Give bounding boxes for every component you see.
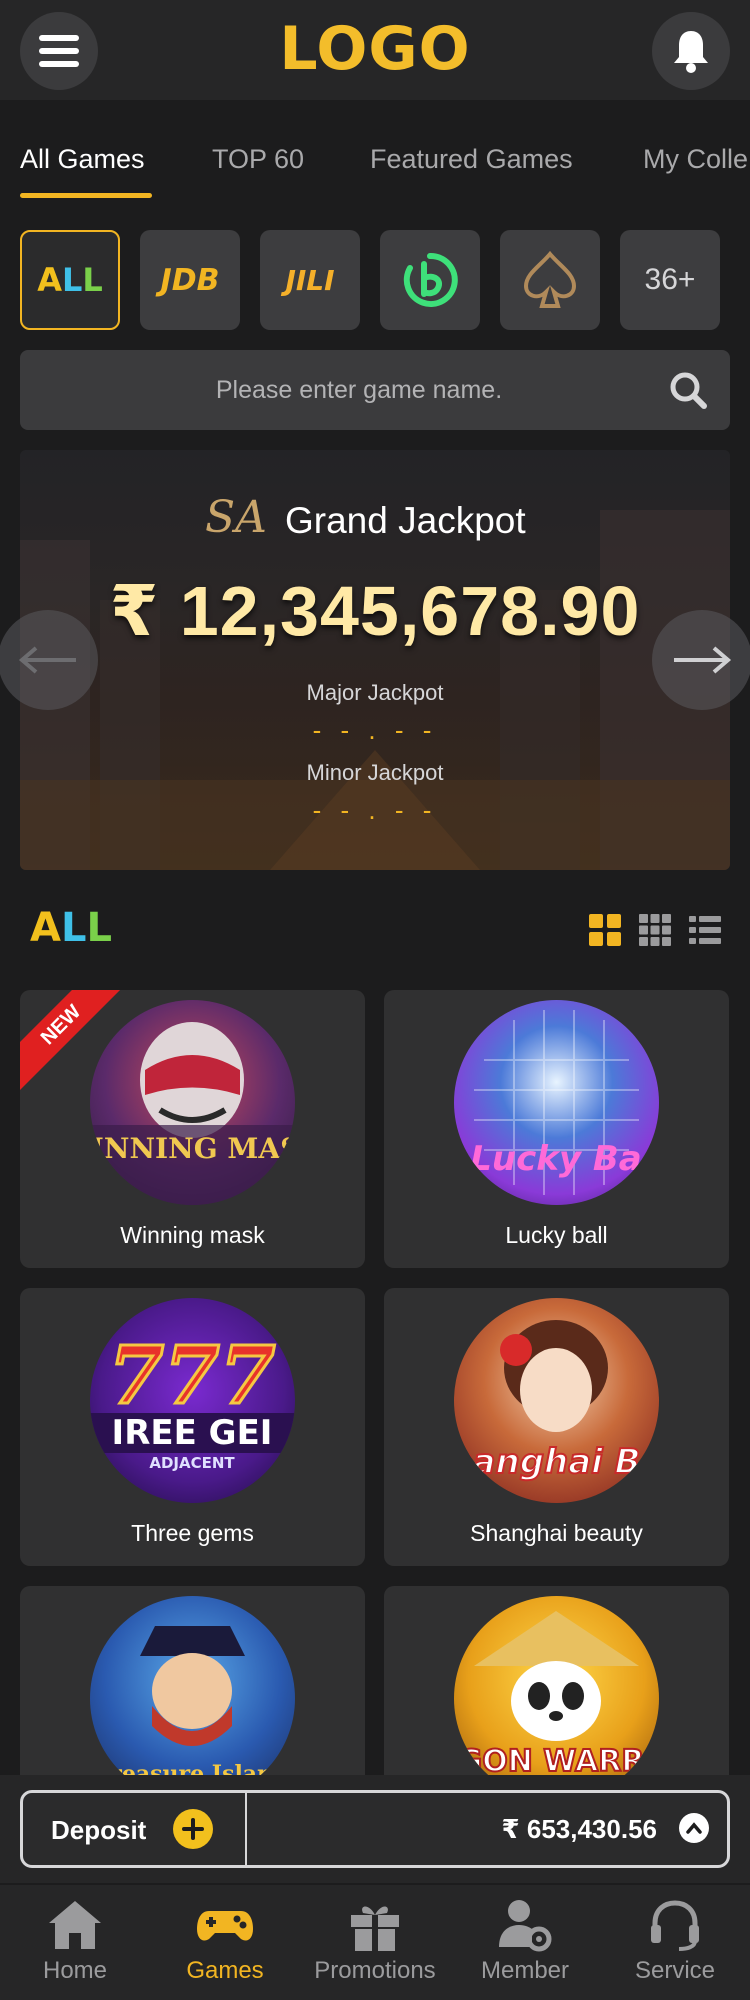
arrow-right-icon bbox=[674, 646, 732, 674]
game-name: Shanghai beauty bbox=[470, 1520, 643, 1546]
panda-art-image: AGON WARRIC bbox=[454, 1611, 659, 1780]
gift-icon bbox=[351, 1906, 399, 1951]
shanghai-beauty-art-image: hanghai Be bbox=[454, 1320, 659, 1483]
minor-jackpot-value: - - . - - bbox=[312, 795, 438, 825]
brand-logo[interactable]: LOGO bbox=[0, 14, 750, 84]
game-card-winning-mask[interactable]: WINNING MASK NEW Winning mask bbox=[20, 990, 365, 1268]
disco-ball-image: Lucky Ba bbox=[470, 1010, 642, 1195]
major-jackpot-value: - - . - - bbox=[312, 715, 438, 745]
svg-text:IREE GEI: IREE GEI bbox=[112, 1413, 273, 1453]
headset-icon bbox=[651, 1900, 699, 1951]
jackpot-title: Grand Jackpot bbox=[285, 500, 526, 541]
minor-jackpot-label: Minor Jackpot bbox=[306, 760, 444, 785]
game-name: Winning mask bbox=[120, 1222, 265, 1248]
svg-text:hanghai Be: hanghai Be bbox=[454, 1442, 659, 1482]
nav-games[interactable]: Games bbox=[150, 1885, 300, 2000]
bottom-navigation: Home Games Promotions Member Service bbox=[0, 1885, 750, 2000]
list-view-icon[interactable] bbox=[688, 913, 722, 947]
banner-next-button[interactable] bbox=[652, 610, 750, 710]
b-circle-logo-icon bbox=[403, 252, 458, 307]
jili-logo: JILI bbox=[285, 263, 335, 297]
chevron-up-icon bbox=[686, 1822, 702, 1834]
provider-more[interactable]: 36+ bbox=[620, 230, 720, 330]
gamepad-icon bbox=[197, 1911, 253, 1941]
provider-spade[interactable] bbox=[500, 230, 600, 330]
svg-text:WINNING MASK: WINNING MASK bbox=[90, 1132, 295, 1165]
tab-all-games[interactable]: All Games bbox=[20, 144, 145, 175]
game-name: Three gems bbox=[131, 1520, 254, 1546]
game-category-tabs: All Games TOP 60 Featured Games My Colle bbox=[0, 130, 750, 200]
game-thumbnail: WINNING MASK bbox=[90, 1000, 295, 1205]
provider-all[interactable]: ALL bbox=[20, 230, 120, 330]
section-title-all: ALL bbox=[30, 905, 112, 951]
jackpot-banner[interactable]: SA Grand Jackpot ₹ 12,345,678.90 Major J… bbox=[20, 450, 730, 870]
grid-small-icon[interactable] bbox=[638, 913, 672, 947]
home-icon bbox=[49, 1901, 101, 1949]
game-thumbnail: 777 IREE GEI ADJACENT bbox=[90, 1298, 295, 1503]
deposit-divider bbox=[245, 1793, 247, 1865]
sa-brand-logo: SA bbox=[205, 492, 267, 543]
provider-jdb[interactable]: JDB bbox=[140, 230, 240, 330]
nav-label: Service bbox=[634, 1957, 716, 1984]
provider-third[interactable] bbox=[380, 230, 480, 330]
grand-jackpot-amount: ₹ 12,345,678.90 bbox=[109, 572, 641, 650]
game-card-three-gems[interactable]: 777 IREE GEI ADJACENT Three gems bbox=[20, 1288, 365, 1566]
tab-top-60[interactable]: TOP 60 bbox=[212, 144, 304, 175]
grid-large-icon[interactable] bbox=[588, 913, 622, 947]
search-icon[interactable] bbox=[668, 370, 708, 410]
game-card-shanghai-beauty[interactable]: hanghai Be Shanghai beauty bbox=[384, 1288, 729, 1566]
game-thumbnail: AGON WARRIC bbox=[454, 1596, 659, 1801]
add-funds-button[interactable] bbox=[173, 1809, 213, 1849]
nav-label: Promotions bbox=[314, 1957, 436, 1984]
game-search bbox=[20, 350, 730, 430]
active-tab-indicator bbox=[20, 193, 152, 198]
nav-label: Games bbox=[186, 1957, 264, 1984]
arrow-left-icon bbox=[18, 646, 76, 674]
svg-text:AGON WARRIC: AGON WARRIC bbox=[454, 1744, 659, 1779]
member-settings-icon bbox=[499, 1900, 552, 1952]
game-thumbnail: hanghai Be bbox=[454, 1298, 659, 1503]
game-thumbnail: Lucky Ba bbox=[454, 1000, 659, 1205]
notifications-button[interactable] bbox=[652, 12, 730, 90]
deposit-bar: Deposit ₹ 653,430.56 bbox=[20, 1790, 730, 1868]
mask-art-image: WINNING MASK bbox=[90, 1022, 295, 1205]
pirate-art-image: Treasure Island bbox=[96, 1626, 288, 1787]
major-jackpot-label: Major Jackpot bbox=[306, 680, 444, 705]
three-gems-art-image: 777 IREE GEI ADJACENT bbox=[90, 1327, 295, 1472]
svg-text:ADJACENT: ADJACENT bbox=[149, 1454, 235, 1472]
expand-balance-button[interactable] bbox=[679, 1813, 709, 1843]
game-thumbnail: Treasure Island bbox=[90, 1596, 295, 1801]
nav-promotions[interactable]: Promotions bbox=[300, 1885, 450, 2000]
nav-home[interactable]: Home bbox=[0, 1885, 150, 2000]
plus-icon bbox=[182, 1818, 204, 1840]
svg-text:Lucky Ba: Lucky Ba bbox=[470, 1139, 642, 1179]
spade-icon bbox=[523, 250, 577, 308]
svg-text:777: 777 bbox=[109, 1328, 276, 1422]
wallet-balance: ₹ 653,430.56 bbox=[501, 1814, 657, 1844]
banner-prev-button[interactable] bbox=[0, 610, 98, 710]
tab-featured-games[interactable]: Featured Games bbox=[370, 144, 573, 175]
search-input[interactable] bbox=[20, 350, 660, 430]
nav-member[interactable]: Member bbox=[450, 1885, 600, 2000]
tab-my-collection[interactable]: My Colle bbox=[643, 144, 748, 175]
game-card-lucky-ball[interactable]: Lucky Ba Lucky ball bbox=[384, 990, 729, 1268]
more-providers-count: 36+ bbox=[644, 263, 696, 296]
bell-icon bbox=[674, 31, 708, 73]
deposit-button[interactable]: Deposit bbox=[51, 1815, 146, 1846]
app-header: LOGO bbox=[0, 0, 750, 100]
jdb-logo: JDB bbox=[160, 262, 220, 298]
nav-service[interactable]: Service bbox=[600, 1885, 750, 2000]
provider-jili[interactable]: JILI bbox=[260, 230, 360, 330]
game-name: Lucky ball bbox=[505, 1222, 608, 1248]
nav-label: Member bbox=[480, 1957, 570, 1984]
provider-all-label: ALL bbox=[37, 261, 103, 299]
nav-label: Home bbox=[42, 1957, 108, 1984]
